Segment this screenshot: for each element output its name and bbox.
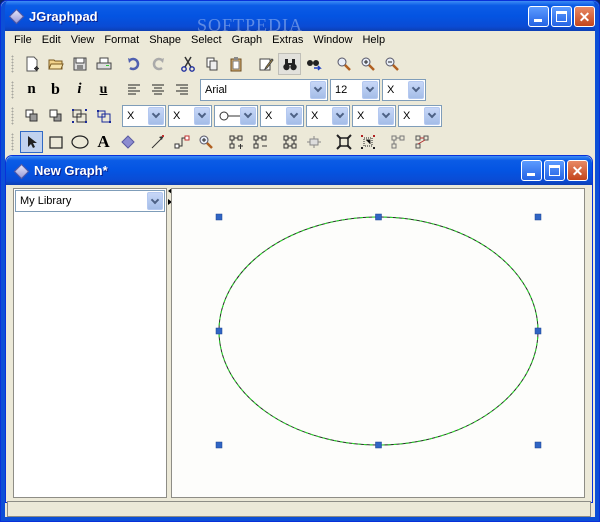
- window-frame: [1, 1, 599, 521]
- main-window: JGraphpad SOFTPEDIA ✕ File Edit View For…: [0, 0, 600, 522]
